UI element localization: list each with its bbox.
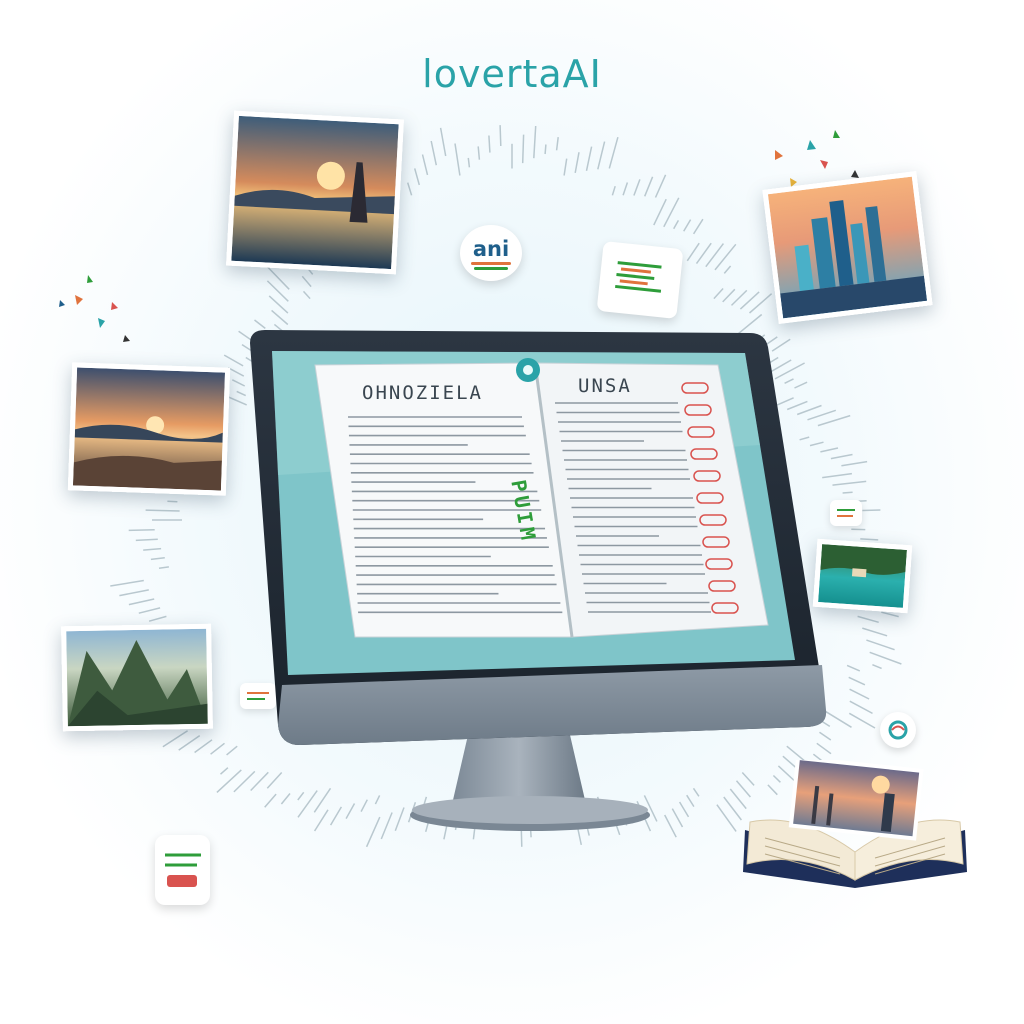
book-left-heading: OHNOZIELA <box>362 382 483 404</box>
ani-badge: ani <box>460 225 522 281</box>
swirl-icon <box>888 720 908 740</box>
mountain-photo <box>61 623 213 732</box>
text-lines-icon <box>164 853 201 887</box>
sunset-photo <box>226 110 404 275</box>
lagoon-photo-icon <box>820 544 907 578</box>
right-mini-badge <box>830 500 862 526</box>
round-mini-badge <box>880 712 916 748</box>
city-photo <box>762 171 933 324</box>
beach-photo-icon <box>72 416 223 491</box>
mountain-photo-icon <box>67 640 208 727</box>
book-right-heading: UNSA <box>578 375 632 397</box>
ani-badge-label: ani <box>472 236 510 261</box>
text-card-badge <box>596 241 684 319</box>
bottom-left-card-badge <box>155 835 210 905</box>
city-photo-icon <box>780 200 928 319</box>
text-lines-icon <box>837 509 855 517</box>
text-lines-icon <box>615 261 662 293</box>
sunset-photo-icon <box>234 161 395 223</box>
beach-photo <box>67 362 231 496</box>
confetti-decoration <box>59 130 859 342</box>
